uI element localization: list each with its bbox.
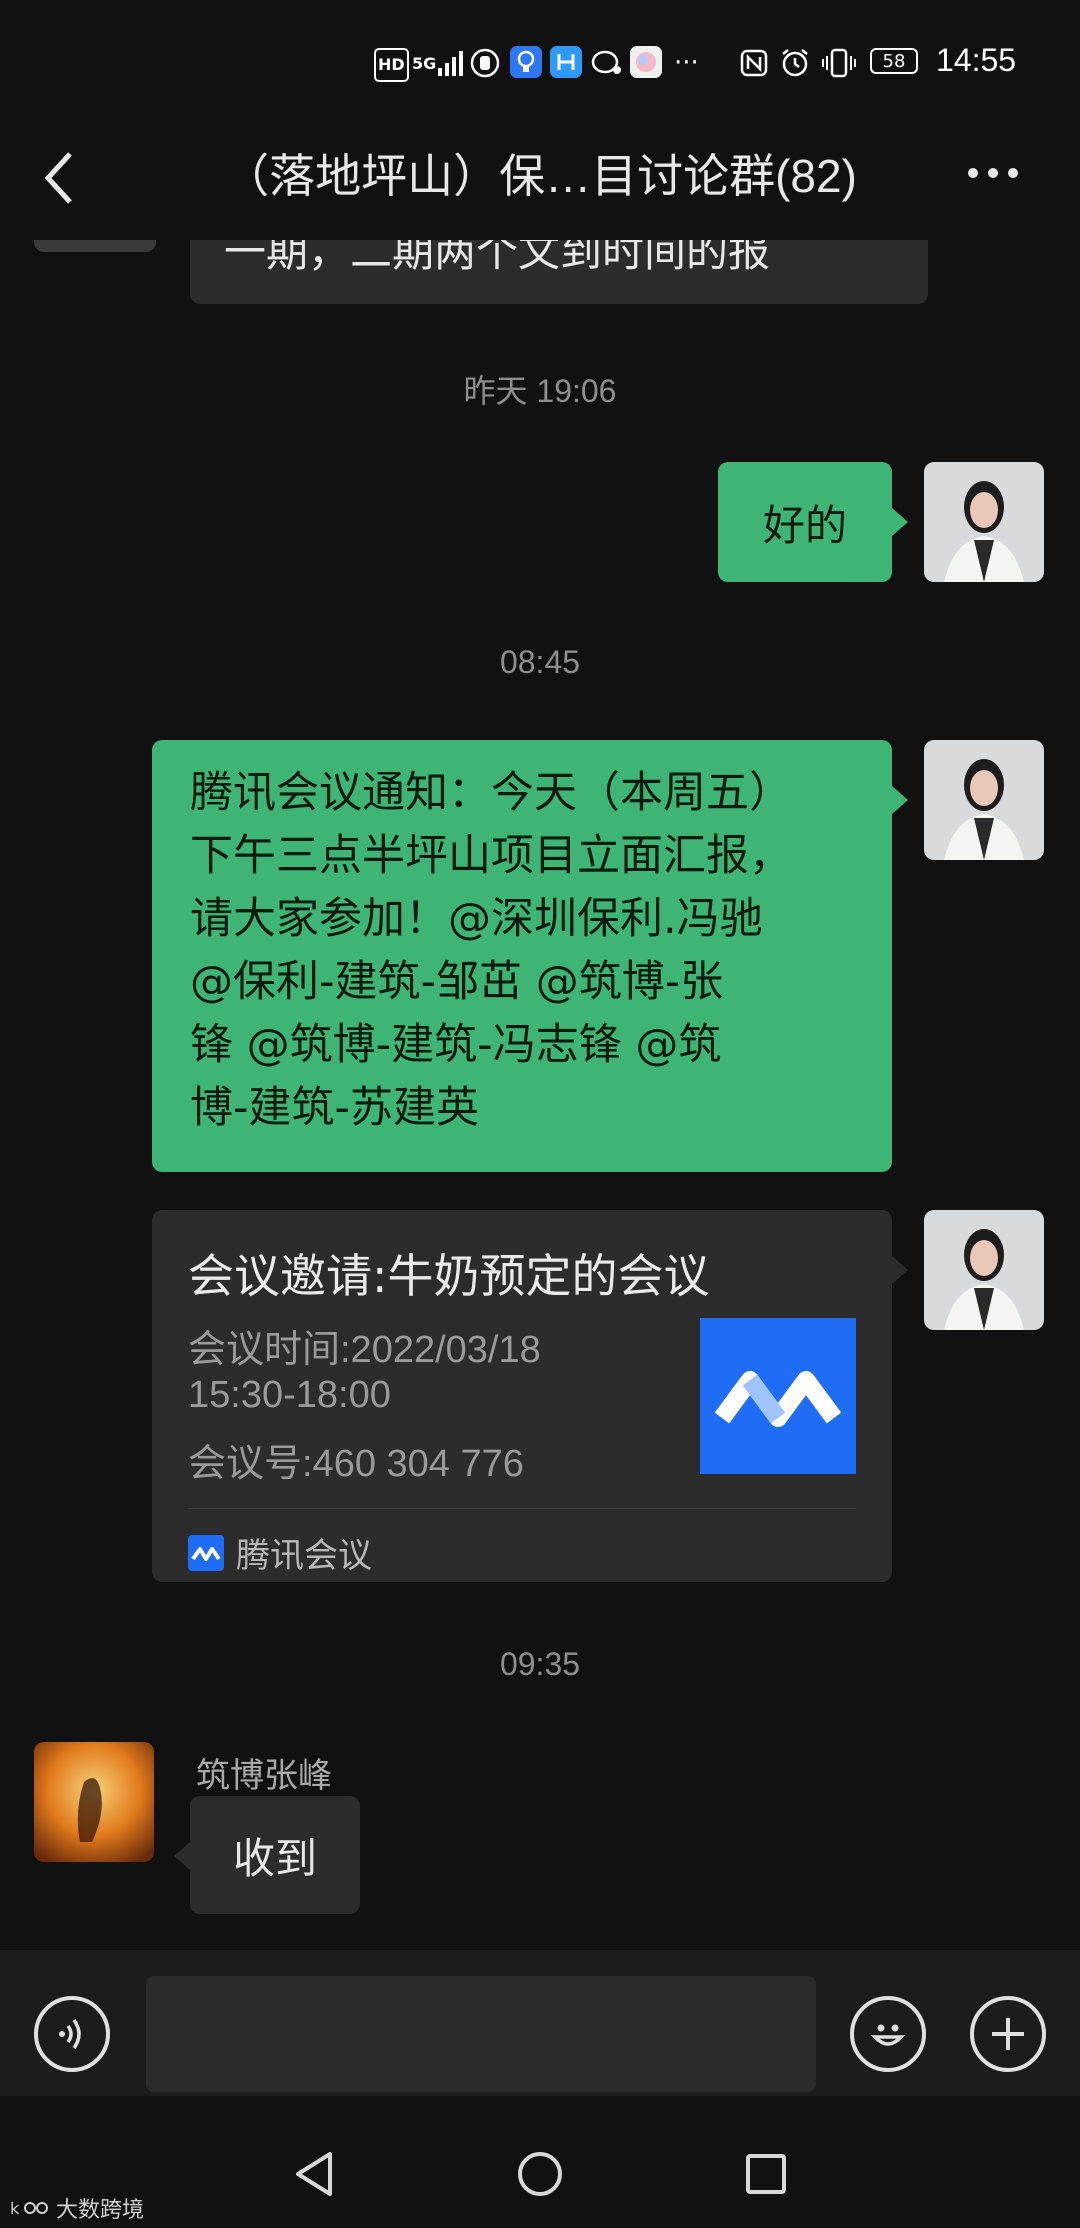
status-time: 14:55	[936, 42, 1017, 78]
plus-icon	[992, 2018, 1024, 2050]
message-bubble-sent[interactable]: 好的	[718, 462, 892, 582]
voice-button[interactable]	[34, 1996, 110, 2072]
hd-icon: HD	[374, 48, 409, 82]
self-avatar[interactable]	[924, 740, 1044, 860]
gallery-app-icon	[630, 46, 662, 78]
more-notifications-icon: ···	[674, 48, 699, 78]
notice-text: 腾讯会议通知：今天（本周五） 下午三点半坪山项目立面汇报， 请大家参加！@深圳保…	[190, 768, 792, 1133]
hand-icon	[470, 48, 500, 78]
message-text: 好的	[762, 500, 847, 550]
chevron-left-icon	[44, 152, 72, 204]
message-text: 收到	[232, 1833, 317, 1883]
circle-home-icon	[518, 2152, 562, 2196]
ellipsis-icon	[968, 168, 978, 178]
card-title: 会议邀请:牛奶预定的会议	[188, 1249, 710, 1303]
battery-icon: 58	[870, 48, 918, 74]
meeting-number: 会议号:460 304 776	[188, 1443, 524, 1485]
network-icon: 5G	[412, 48, 466, 78]
triangle-back-icon	[296, 2152, 332, 2196]
self-avatar[interactable]	[924, 1210, 1044, 1330]
sender-avatar[interactable]	[34, 1742, 154, 1862]
back-button[interactable]	[40, 148, 80, 208]
avatar-partial[interactable]	[34, 240, 156, 252]
voice-icon	[59, 2018, 81, 2050]
meeting-time-range: 15:30-18:00	[188, 1374, 391, 1416]
app-h-icon	[550, 46, 582, 78]
watermark: k 大数跨境	[10, 2198, 145, 2223]
status-bar: HD 5G ··· 58 14:55	[0, 0, 1080, 120]
tencent-meeting-small-icon	[188, 1534, 224, 1571]
timestamp: 08:45	[499, 644, 581, 680]
meeting-time: 会议时间:2022/03/18	[188, 1329, 541, 1371]
chat-app-icon	[590, 48, 624, 78]
message-input[interactable]	[146, 1976, 816, 2092]
self-avatar[interactable]	[924, 462, 1044, 582]
alarm-icon	[780, 48, 810, 78]
bulb-app-icon	[510, 46, 542, 78]
plus-button[interactable]	[970, 1996, 1046, 2072]
emoji-button[interactable]	[850, 1996, 926, 2072]
meeting-invite-card[interactable]: 会议邀请:牛奶预定的会议 会议时间:2022/03/18 15:30-18:00…	[152, 1210, 892, 1582]
nfc-icon	[740, 48, 768, 78]
tencent-meeting-logo-icon	[700, 1318, 856, 1474]
vibrate-icon	[822, 48, 856, 78]
square-recents-icon	[746, 2154, 786, 2194]
nav-back-button[interactable]	[292, 2150, 336, 2202]
message-bubble-partial[interactable]: 一期，二期两个文到时间的报	[190, 240, 928, 304]
app-name: 腾讯会议	[236, 1536, 372, 1576]
svg-text:k: k	[10, 2199, 20, 2218]
timestamp: 09:35	[499, 1646, 581, 1682]
nav-recents-button[interactable]	[744, 2152, 788, 2200]
message-text: 一期，二期两个文到时间的报	[224, 240, 771, 276]
chat-title[interactable]: （落地坪山）保…目讨论群(82)	[170, 140, 910, 206]
watermark-logo-icon: k	[10, 2199, 48, 2218]
sender-name: 筑博张峰	[196, 1756, 332, 1796]
message-bubble-received[interactable]: 收到	[190, 1796, 360, 1914]
card-source: 腾讯会议	[188, 1528, 372, 1577]
timestamp: 昨天 19:06	[463, 373, 617, 409]
nav-home-button[interactable]	[516, 2150, 564, 2202]
more-options-button[interactable]	[968, 168, 1018, 178]
emoji-icon	[870, 2024, 906, 2046]
